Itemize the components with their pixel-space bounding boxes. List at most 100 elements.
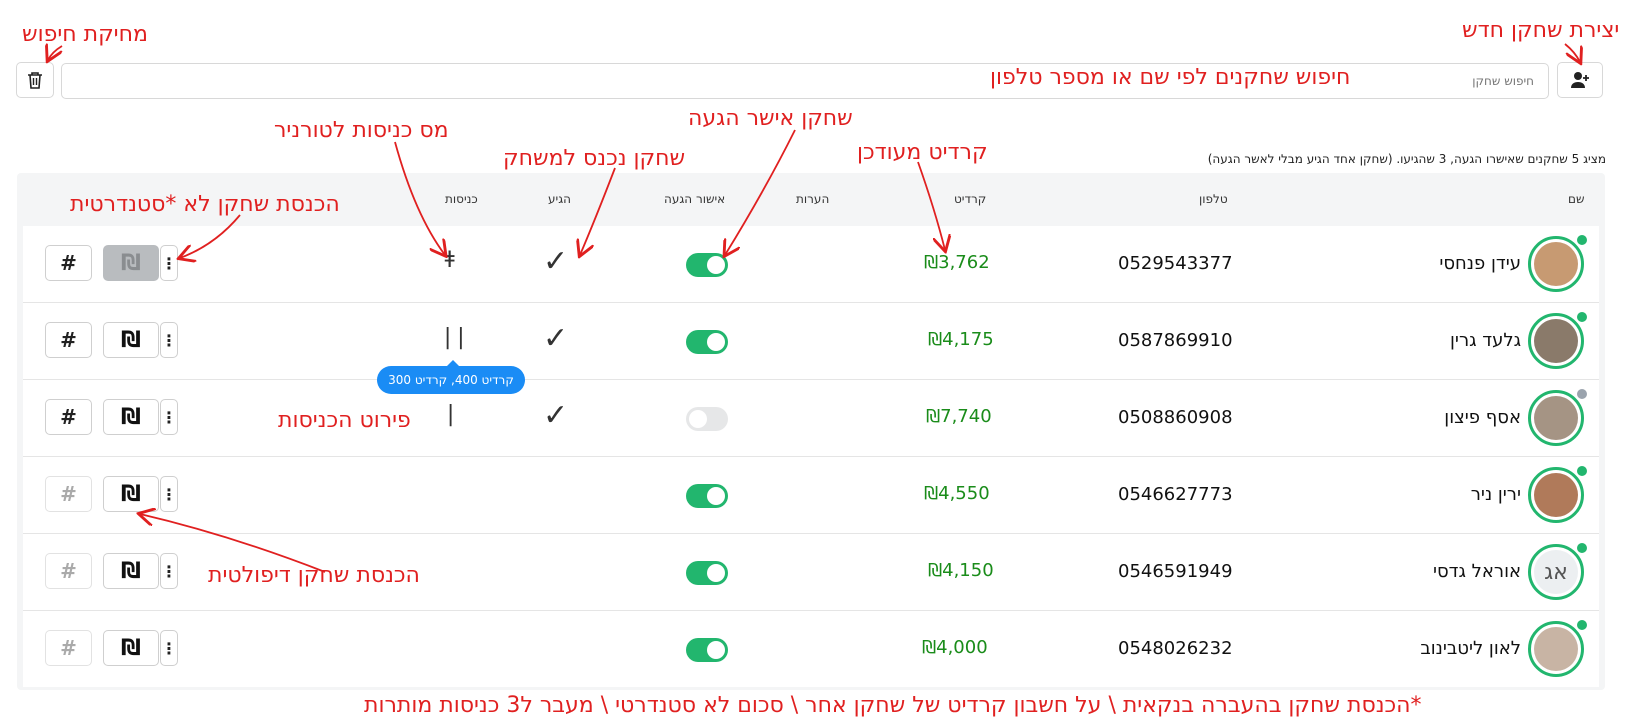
player-name: אסף פיצון bbox=[1444, 407, 1521, 428]
avatar-initials: אג bbox=[1534, 550, 1578, 594]
player-credit: ₪4,000 bbox=[922, 637, 988, 658]
player-name: עידן פנחסי bbox=[1439, 253, 1521, 274]
toggle-knob bbox=[707, 564, 725, 582]
status-dot bbox=[1575, 310, 1589, 324]
col-header-arrived: הגיע bbox=[548, 192, 571, 206]
annotation-footnote: *הכנסת שחקן בהעברה בנקאית \ על חשבון קרד… bbox=[364, 693, 1422, 718]
table-row bbox=[23, 226, 1599, 302]
custom-entry-button[interactable]: # bbox=[45, 399, 92, 435]
approval-toggle[interactable] bbox=[686, 253, 728, 277]
player-phone: 0548026232 bbox=[1118, 638, 1233, 659]
row-divider bbox=[23, 379, 1599, 380]
default-entry-button[interactable]: ₪ bbox=[103, 399, 159, 435]
annotation-entries-count: מס כניסות לטורניר bbox=[274, 118, 449, 143]
player-photo bbox=[1534, 396, 1578, 440]
custom-entry-button[interactable]: # bbox=[45, 322, 92, 358]
approval-toggle[interactable] bbox=[686, 638, 728, 662]
row-divider bbox=[23, 610, 1599, 611]
player-name: גלעד גרין bbox=[1450, 330, 1521, 351]
entries-tooltip: קרדיט 400, קרדיט 300 bbox=[377, 360, 525, 394]
add-user-icon bbox=[1571, 72, 1589, 88]
player-credit: ₪4,550 bbox=[924, 483, 990, 504]
add-player-button[interactable] bbox=[1557, 62, 1603, 98]
default-entry-button[interactable]: ₪ bbox=[103, 630, 159, 666]
row-menu-button[interactable]: ⋮ bbox=[160, 630, 178, 666]
row-menu-button[interactable]: ⋮ bbox=[160, 553, 178, 589]
player-photo bbox=[1534, 242, 1578, 286]
player-name: אוראל גדסי bbox=[1432, 561, 1521, 582]
annotation-create-player: יצירת שחקן חדש bbox=[1462, 18, 1620, 43]
approval-toggle[interactable] bbox=[686, 561, 728, 585]
entries-tally[interactable]: | bbox=[444, 402, 457, 427]
row-menu-button[interactable]: ⋮ bbox=[160, 399, 178, 435]
default-entry-button[interactable]: ₪ bbox=[103, 245, 159, 281]
col-header-phone: טלפון bbox=[1199, 192, 1228, 206]
default-entry-button[interactable]: ₪ bbox=[103, 322, 159, 358]
col-header-name: שם bbox=[1568, 192, 1585, 206]
col-header-entries: כניסות bbox=[445, 192, 478, 206]
row-divider bbox=[23, 456, 1599, 457]
row-menu-button[interactable]: ⋮ bbox=[160, 476, 178, 512]
annotation-player-entered: שחקן נכנס למשחק bbox=[503, 146, 686, 171]
table-row bbox=[23, 611, 1599, 687]
arrived-check-icon: ✓ bbox=[543, 321, 569, 356]
annotation-nonstandard-entry: הכנסת שחקן לא *סטנדרטית bbox=[70, 192, 340, 217]
summary-text: מציג 5 שחקנים שאישרו הגעה, 3 שהגיעו. (שח… bbox=[1207, 152, 1606, 166]
toggle-knob bbox=[707, 333, 725, 351]
player-photo bbox=[1534, 319, 1578, 363]
arrow bbox=[48, 46, 62, 60]
annotation-search-hint: חיפוש שחקנים לפי שם או מספר טלפון bbox=[990, 65, 1351, 90]
approval-toggle[interactable] bbox=[686, 484, 728, 508]
row-menu-button[interactable]: ⋮ bbox=[160, 322, 178, 358]
player-credit: ₪4,175 bbox=[928, 329, 994, 350]
player-phone: 0587869910 bbox=[1118, 330, 1233, 351]
toggle-knob bbox=[689, 410, 707, 428]
annotation-player-approved: שחקן אישר הגעה bbox=[688, 106, 853, 131]
custom-entry-button[interactable]: # bbox=[45, 245, 92, 281]
custom-entry-button[interactable]: # bbox=[45, 553, 92, 589]
annotation-updated-credit: קרדיט מעודכן bbox=[857, 140, 988, 165]
col-header-approval: אישור הגעה bbox=[664, 192, 726, 206]
entries-tally[interactable]: ǂ bbox=[443, 248, 456, 273]
player-photo bbox=[1534, 627, 1578, 671]
table-row bbox=[23, 457, 1599, 533]
row-divider bbox=[23, 302, 1599, 303]
table-row bbox=[23, 380, 1599, 456]
toggle-knob bbox=[707, 487, 725, 505]
col-header-notes: הערות bbox=[796, 192, 830, 206]
player-photo bbox=[1534, 473, 1578, 517]
table-row bbox=[23, 303, 1599, 379]
annotation-clear-search: מחיקת חיפוש bbox=[22, 22, 148, 47]
row-divider bbox=[23, 533, 1599, 534]
player-name: לאון ליטבינוב bbox=[1420, 638, 1521, 659]
approval-toggle[interactable] bbox=[686, 330, 728, 354]
default-entry-button[interactable]: ₪ bbox=[103, 476, 159, 512]
status-dot bbox=[1575, 541, 1589, 555]
status-dot bbox=[1575, 464, 1589, 478]
annotation-default-entry: הכנסת שחקן דיפולטית bbox=[208, 563, 420, 588]
clear-search-button[interactable] bbox=[16, 62, 54, 98]
player-credit: ₪4,150 bbox=[928, 560, 994, 581]
player-credit: ₪3,762 bbox=[924, 252, 990, 273]
player-phone: 0508860908 bbox=[1118, 407, 1233, 428]
custom-entry-button[interactable]: # bbox=[45, 476, 92, 512]
player-phone: 0546627773 bbox=[1118, 484, 1233, 505]
status-dot bbox=[1575, 233, 1589, 247]
arrow bbox=[1564, 43, 1580, 62]
toggle-knob bbox=[707, 641, 725, 659]
player-phone: 0546591949 bbox=[1118, 561, 1233, 582]
player-phone: 0529543377 bbox=[1118, 253, 1233, 274]
annotation-entries-breakdown: פירוט הכניסות bbox=[278, 408, 411, 433]
arrived-check-icon: ✓ bbox=[543, 398, 569, 433]
approval-toggle[interactable] bbox=[686, 407, 728, 431]
default-entry-button[interactable]: ₪ bbox=[103, 553, 159, 589]
player-credit: ₪7,740 bbox=[926, 406, 992, 427]
entries-tally[interactable]: || bbox=[441, 325, 468, 350]
arrived-check-icon: ✓ bbox=[543, 244, 569, 279]
custom-entry-button[interactable]: # bbox=[45, 630, 92, 666]
player-name: ירין ניר bbox=[1470, 484, 1521, 505]
row-menu-button[interactable]: ⋮ bbox=[160, 245, 178, 281]
status-dot bbox=[1575, 618, 1589, 632]
toggle-knob bbox=[707, 256, 725, 274]
trash-icon bbox=[28, 72, 42, 89]
